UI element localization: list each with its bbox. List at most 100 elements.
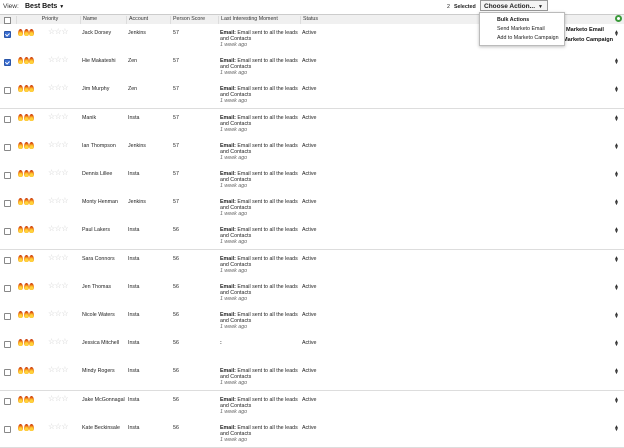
star-icon[interactable]: ☆ bbox=[48, 224, 55, 233]
row-account[interactable]: Insta bbox=[128, 368, 139, 374]
row-name[interactable]: Jack Dorsey bbox=[82, 30, 111, 36]
expand-arrows-icon[interactable]: ▲ ▼ bbox=[614, 368, 619, 376]
star-rating[interactable]: ☆☆☆ bbox=[48, 253, 68, 262]
expand-arrows-icon[interactable]: ▲ ▼ bbox=[614, 227, 619, 235]
table-row[interactable]: ☆☆☆ Jake McGonnagal Insta 56 Email: Email se… bbox=[0, 390, 624, 420]
row-account[interactable]: Insta bbox=[128, 227, 139, 233]
star-icon[interactable]: ☆ bbox=[61, 196, 68, 205]
column-account[interactable]: Account bbox=[126, 16, 171, 24]
row-checkbox[interactable] bbox=[4, 228, 11, 236]
star-icon[interactable]: ☆ bbox=[61, 55, 68, 64]
star-icon[interactable]: ☆ bbox=[61, 224, 68, 233]
star-icon[interactable]: ☆ bbox=[48, 422, 55, 431]
star-icon[interactable]: ☆ bbox=[61, 253, 68, 262]
star-rating[interactable]: ☆☆☆ bbox=[48, 56, 68, 64]
star-icon[interactable]: ☆ bbox=[48, 365, 55, 374]
star-icon[interactable]: ☆ bbox=[48, 83, 55, 92]
column-status[interactable]: Status bbox=[300, 16, 363, 24]
star-icon[interactable]: ☆ bbox=[61, 27, 68, 36]
expand-arrows-icon[interactable]: ▲ ▼ bbox=[614, 340, 619, 348]
expand-arrows-icon[interactable]: ▲ ▼ bbox=[614, 142, 619, 150]
star-rating[interactable]: ☆☆☆ bbox=[48, 197, 68, 205]
row-name[interactable]: Jen Thomas bbox=[82, 284, 111, 290]
row-name[interactable]: Hie Makateshi bbox=[82, 58, 116, 64]
row-checkbox[interactable] bbox=[4, 369, 11, 377]
star-rating[interactable]: ☆☆☆ bbox=[48, 169, 68, 177]
row-account[interactable]: Zen bbox=[128, 58, 137, 64]
star-icon[interactable]: ☆ bbox=[61, 168, 68, 177]
star-icon[interactable]: ☆ bbox=[61, 309, 68, 318]
expand-arrows-icon[interactable]: ▲ ▼ bbox=[614, 424, 619, 432]
row-name[interactable]: Jessica Mitchell bbox=[82, 340, 119, 346]
expand-arrows-icon[interactable]: ▲ ▼ bbox=[614, 58, 619, 66]
star-icon[interactable]: ☆ bbox=[61, 337, 68, 346]
expand-arrows-icon[interactable]: ▲ ▼ bbox=[614, 396, 619, 404]
star-icon[interactable]: ☆ bbox=[48, 253, 55, 262]
row-checkbox[interactable] bbox=[4, 115, 11, 123]
star-icon[interactable]: ☆ bbox=[61, 83, 68, 92]
expand-arrows-icon[interactable]: ▲ ▼ bbox=[614, 312, 619, 320]
row-checkbox[interactable] bbox=[4, 256, 11, 264]
table-row[interactable]: ☆☆☆ Monty Henman Jenkins 57 Email: Email sen… bbox=[0, 193, 624, 223]
row-checkbox[interactable] bbox=[4, 313, 11, 320]
add-to-marketo-campaign-item[interactable]: Add to Marketo Campaign bbox=[497, 35, 559, 41]
row-checkbox[interactable] bbox=[4, 200, 11, 208]
star-icon[interactable]: ☆ bbox=[48, 112, 55, 121]
row-checkbox[interactable] bbox=[4, 143, 11, 151]
row-account[interactable]: Insta bbox=[128, 256, 139, 262]
table-row[interactable]: ☆☆☆ Jim Murphy Zen 57 Email: Email sent to a… bbox=[0, 80, 624, 110]
row-account[interactable]: Jenkins bbox=[128, 199, 146, 205]
row-checkbox[interactable] bbox=[4, 172, 11, 179]
row-name[interactable]: Mindy Rogers bbox=[82, 368, 115, 374]
star-icon[interactable]: ☆ bbox=[61, 365, 68, 374]
row-name[interactable]: Ian Thompson bbox=[82, 143, 116, 149]
star-icon[interactable]: ☆ bbox=[48, 55, 55, 64]
row-checkbox[interactable] bbox=[4, 284, 11, 292]
row-name[interactable]: Paul Lakers bbox=[82, 227, 110, 233]
choose-action-button[interactable]: Choose Action... ▼ bbox=[480, 0, 548, 11]
row-checkbox[interactable] bbox=[4, 87, 11, 95]
column-priority[interactable]: Priority bbox=[16, 16, 81, 24]
table-row[interactable]: ☆☆☆ Jen Thomas Insta 56 Email: Email sent to… bbox=[0, 277, 624, 307]
star-icon[interactable]: ☆ bbox=[61, 140, 68, 149]
star-icon[interactable]: ☆ bbox=[61, 281, 68, 290]
row-name[interactable]: Monty Henman bbox=[82, 199, 118, 205]
star-rating[interactable]: ☆☆☆ bbox=[48, 140, 68, 149]
star-icon[interactable]: ☆ bbox=[48, 309, 55, 318]
row-account[interactable]: Insta bbox=[128, 340, 139, 346]
row-account[interactable]: Jenkins bbox=[128, 143, 146, 149]
star-rating[interactable]: ☆☆☆ bbox=[48, 112, 68, 121]
row-checkbox[interactable] bbox=[4, 425, 11, 433]
column-name[interactable]: Name bbox=[80, 16, 127, 24]
star-icon[interactable]: ☆ bbox=[48, 140, 55, 149]
star-rating[interactable]: ☆☆☆ bbox=[48, 225, 68, 233]
row-name[interactable]: Jake McGonnagal bbox=[82, 397, 125, 403]
row-name[interactable]: Sara Connors bbox=[82, 256, 115, 262]
star-rating[interactable]: ☆☆☆ bbox=[48, 366, 68, 374]
expand-arrows-icon[interactable]: ▲ ▼ bbox=[614, 30, 619, 38]
table-row[interactable]: ☆☆☆ Paul Lakers Insta 56 Email: Email sent t… bbox=[0, 221, 624, 251]
expand-arrows-icon[interactable]: ▲ ▼ bbox=[614, 283, 619, 291]
select-all-checkbox[interactable] bbox=[4, 17, 11, 24]
row-name[interactable]: Jim Murphy bbox=[82, 86, 109, 92]
star-icon[interactable]: ☆ bbox=[48, 27, 55, 36]
column-last-interesting-moment[interactable]: Last Interesting Moment bbox=[218, 16, 301, 24]
star-rating[interactable]: ☆☆☆ bbox=[48, 28, 68, 36]
expand-arrows-icon[interactable]: ▲ ▼ bbox=[614, 114, 619, 122]
star-rating[interactable]: ☆☆☆ bbox=[48, 84, 68, 92]
star-icon[interactable]: ☆ bbox=[61, 112, 68, 121]
expand-arrows-icon[interactable]: ▲ ▼ bbox=[614, 199, 619, 207]
row-account[interactable]: Insta bbox=[128, 115, 139, 121]
table-row[interactable]: ☆☆☆ Nicole Waters Insta 56 Email: Email sent… bbox=[0, 306, 624, 335]
row-checkbox[interactable] bbox=[4, 31, 11, 38]
star-rating[interactable]: ☆☆☆ bbox=[48, 422, 68, 431]
expand-arrows-icon[interactable]: ▲ ▼ bbox=[614, 86, 619, 94]
expand-arrows-icon[interactable]: ▲ ▼ bbox=[614, 171, 619, 179]
expand-arrows-icon[interactable]: ▲ ▼ bbox=[614, 255, 619, 263]
star-rating[interactable]: ☆☆☆ bbox=[48, 338, 68, 346]
star-rating[interactable]: ☆☆☆ bbox=[48, 394, 68, 403]
row-name[interactable]: Manik bbox=[82, 115, 96, 121]
row-checkbox[interactable] bbox=[4, 341, 11, 349]
row-name[interactable]: Dennis Lillee bbox=[82, 171, 112, 177]
star-icon[interactable]: ☆ bbox=[48, 168, 55, 177]
